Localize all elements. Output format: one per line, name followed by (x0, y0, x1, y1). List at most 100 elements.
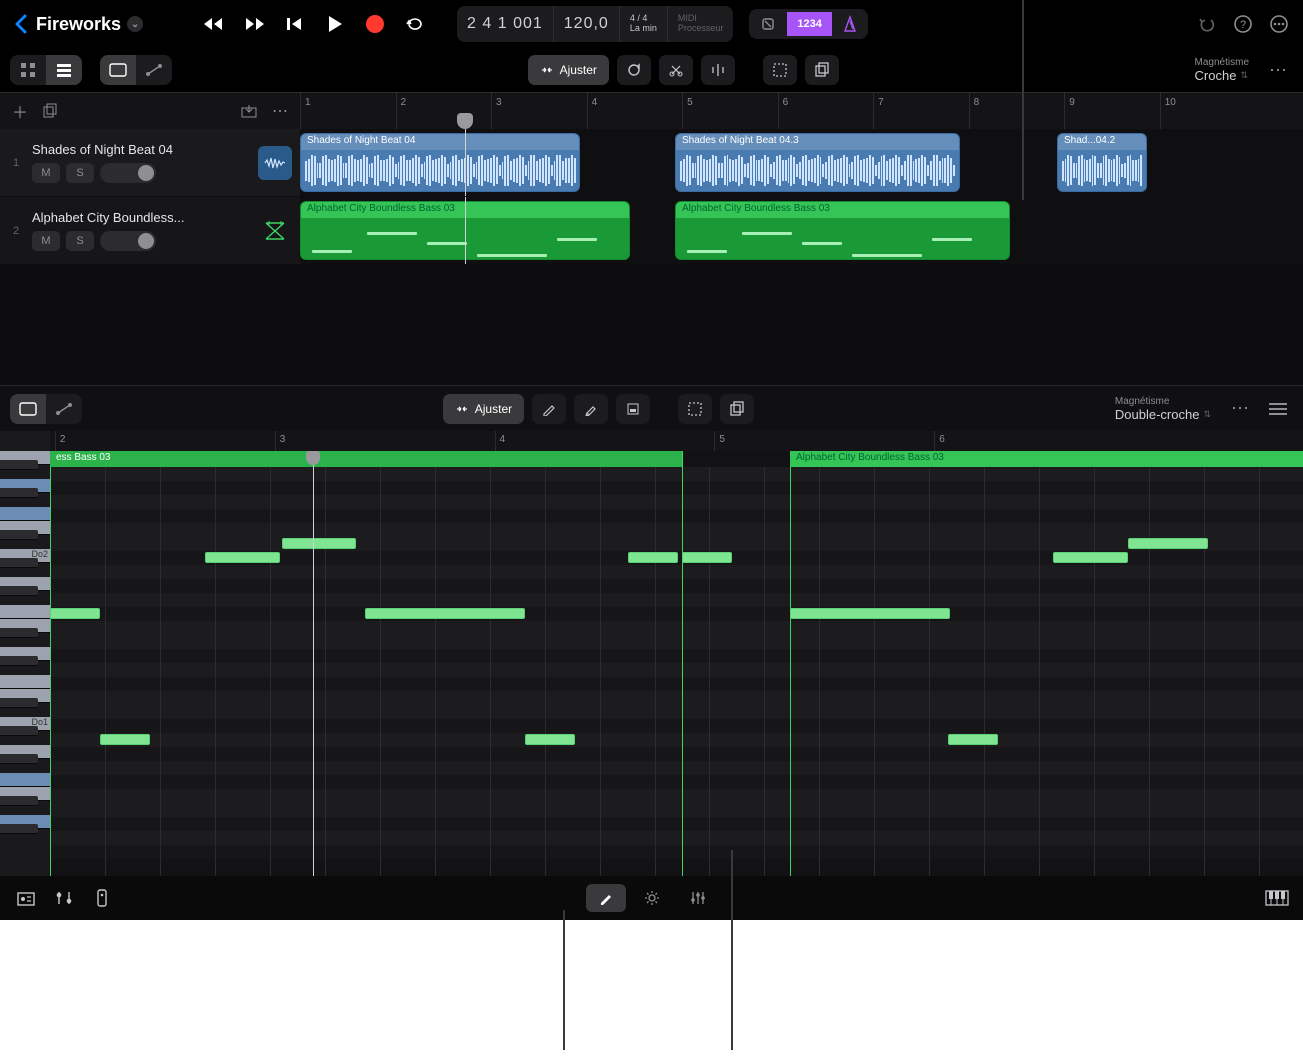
count-in-chip[interactable]: 1234 (787, 12, 831, 36)
edit-mode-button[interactable] (586, 884, 626, 912)
split-button[interactable] (701, 55, 735, 85)
import-button[interactable] (240, 103, 258, 119)
grid-view-button[interactable] (10, 55, 46, 85)
rewind-button[interactable] (201, 10, 229, 38)
play-button[interactable] (321, 10, 349, 38)
editor-copy-button[interactable] (720, 394, 754, 424)
midi-note[interactable] (365, 608, 525, 619)
back-button[interactable] (14, 14, 28, 34)
metronome-chip[interactable] (832, 9, 868, 39)
midi-note[interactable] (628, 552, 678, 563)
brush-button[interactable] (574, 394, 608, 424)
piano-key-black[interactable] (0, 558, 38, 568)
audio-region[interactable]: Shades of Night Beat 04 (300, 133, 580, 192)
solo-button[interactable]: S (66, 231, 94, 251)
list-view-button[interactable] (46, 55, 82, 85)
editor-more-button[interactable]: ⋯ (1225, 398, 1255, 419)
midi-region[interactable]: Alphabet City Boundless Bass 03 (675, 201, 1010, 260)
track-lane[interactable]: Shades of Night Beat 04 Shades of Night B… (300, 129, 1303, 196)
piano-roll-ruler[interactable]: 23456 (50, 431, 1303, 451)
settings-mode-button[interactable] (632, 884, 672, 912)
piano-key-black[interactable] (0, 726, 38, 736)
track-row[interactable]: 1 Shades of Night Beat 04 M S Shades of … (0, 129, 1303, 197)
lcd-display[interactable]: 2 4 1 001 120,0 4 / 4 La min MIDI Proces… (457, 6, 733, 42)
project-title[interactable]: Fireworks ⌄ (36, 14, 143, 35)
snap-editor[interactable]: Magnétisme Double-croche⇅ (1115, 396, 1217, 422)
midi-note[interactable] (948, 734, 998, 745)
forward-button[interactable] (241, 10, 269, 38)
velocity-button[interactable] (616, 394, 650, 424)
sliders-mode-button[interactable] (678, 884, 718, 912)
editor-marquee-button[interactable] (678, 394, 712, 424)
midi-note[interactable] (1128, 538, 1208, 549)
midi-note[interactable] (100, 734, 150, 745)
editor-region-bar[interactable]: ess Bass 03 (50, 451, 682, 467)
record-button[interactable] (361, 10, 389, 38)
volume-slider[interactable] (100, 163, 156, 183)
cycle-button[interactable] (401, 10, 429, 38)
midi-note[interactable] (682, 552, 732, 563)
pencil-button[interactable] (532, 394, 566, 424)
piano-key-black[interactable] (0, 586, 38, 596)
piano-keyboard[interactable]: Do2Do1 (0, 431, 50, 876)
solo-button[interactable]: S (66, 163, 94, 183)
marquee-button[interactable] (763, 55, 797, 85)
piano-key-black[interactable] (0, 656, 38, 666)
playhead-handle[interactable] (457, 113, 473, 129)
waveform-icon[interactable] (258, 146, 292, 180)
copy-button[interactable] (805, 55, 839, 85)
piano-key-white[interactable] (0, 773, 50, 787)
region-button[interactable] (100, 55, 136, 85)
midi-note[interactable] (50, 608, 100, 619)
piano-key-white[interactable] (0, 605, 50, 619)
piano-key-black[interactable] (0, 628, 38, 638)
undo-button[interactable] (1197, 14, 1217, 34)
midi-note[interactable] (1053, 552, 1128, 563)
playhead-handle[interactable] (306, 451, 320, 465)
piano-key-black[interactable] (0, 824, 38, 834)
scissors-button[interactable] (659, 55, 693, 85)
piano-key-black[interactable] (0, 460, 38, 470)
instrument-icon[interactable] (258, 214, 292, 248)
editor-list-button[interactable] (1263, 402, 1293, 416)
midi-note[interactable] (282, 538, 356, 549)
mute-button[interactable]: M (32, 231, 60, 251)
piano-key-black[interactable] (0, 530, 38, 540)
piano-key-white[interactable] (0, 507, 50, 521)
track-lane[interactable]: Alphabet City Boundless Bass 03Alphabet … (300, 197, 1303, 264)
piano-key-black[interactable] (0, 488, 38, 498)
audio-region[interactable]: Shades of Night Beat 04.3 (675, 133, 960, 192)
more-toolbar-button[interactable]: ⋯ (1263, 60, 1293, 81)
editor-region-button[interactable] (10, 394, 46, 424)
piano-key-white[interactable] (0, 675, 50, 689)
timeline-ruler[interactable]: 12345678910 (300, 93, 1303, 129)
piano-key-black[interactable] (0, 796, 38, 806)
ajuster-button-top[interactable]: Ajuster (528, 55, 609, 85)
piano-key-black[interactable] (0, 754, 38, 764)
piano-roll[interactable]: Do2Do1 23456 ess Bass 03 Alphabet City Bo… (0, 431, 1303, 876)
midi-note[interactable] (205, 552, 280, 563)
keyboard-button[interactable] (1265, 886, 1289, 910)
editor-region-bar[interactable]: Alphabet City Boundless Bass 03 (790, 451, 1303, 467)
track-more-button[interactable]: ⋯ (272, 101, 288, 121)
piano-key-black[interactable] (0, 698, 38, 708)
browser-button[interactable] (14, 886, 38, 910)
volume-slider[interactable] (100, 231, 156, 251)
help-button[interactable]: ? (1233, 14, 1253, 34)
automation-button[interactable] (136, 55, 172, 85)
duplicate-track-button[interactable] (42, 103, 58, 119)
go-to-start-button[interactable] (281, 10, 309, 38)
audio-region[interactable]: Shad...04.2 (1057, 133, 1147, 192)
ajuster-button-editor[interactable]: Ajuster (443, 394, 524, 424)
snap-top[interactable]: Magnétisme Croche⇅ (1195, 57, 1255, 83)
midi-note[interactable] (790, 608, 950, 619)
midi-note[interactable] (525, 734, 575, 745)
more-button[interactable] (1269, 14, 1289, 34)
mute-button[interactable]: M (32, 163, 60, 183)
editor-automation-button[interactable] (46, 394, 82, 424)
tuner-chip[interactable] (749, 9, 787, 39)
add-track-button[interactable]: ＋ (12, 99, 28, 123)
mixer-button[interactable] (52, 886, 76, 910)
piano-roll-grid[interactable]: 23456 ess Bass 03 Alphabet City Boundless… (50, 431, 1303, 876)
track-row[interactable]: 2 Alphabet City Boundless... M S Alphabe… (0, 197, 1303, 265)
